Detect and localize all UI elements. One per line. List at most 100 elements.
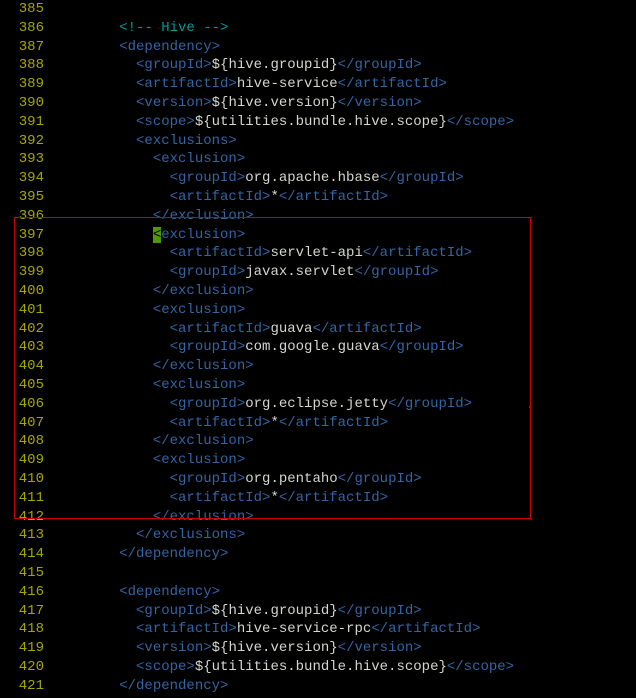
code-content[interactable]: <groupId>org.pentaho</groupId> [52,470,636,489]
code-line[interactable]: 394 <groupId>org.apache.hbase</groupId> [0,169,636,188]
code-content[interactable]: <artifactId>guava</artifactId> [52,320,636,339]
code-content[interactable]: <exclusion> [52,301,636,320]
code-line[interactable]: 420 <scope>${utilities.bundle.hive.scope… [0,658,636,677]
code-content[interactable]: </dependency> [52,677,636,696]
code-line[interactable]: 402 <artifactId>guava</artifactId> [0,320,636,339]
xml-text: ${utilities.bundle.hive.scope} [195,659,447,675]
code-line[interactable]: 403 <groupId>com.google.guava</groupId> [0,338,636,357]
code-content[interactable]: <exclusions> [52,132,636,151]
code-line[interactable]: 408 </exclusion> [0,432,636,451]
code-content[interactable] [52,0,636,19]
code-content[interactable]: <exclusion> [52,150,636,169]
code-content[interactable]: <!-- Hive --> [52,19,636,38]
code-content[interactable]: </exclusion> [52,207,636,226]
code-line[interactable]: 419 <version>${hive.version}</version> [0,639,636,658]
line-number: 389 [0,75,52,94]
code-content[interactable]: <artifactId>hive-service</artifactId> [52,75,636,94]
code-line[interactable]: 405 <exclusion> [0,376,636,395]
xml-tag: <artifactId> [52,76,237,92]
code-line[interactable]: 421 </dependency> [0,677,636,696]
xml-text: servlet-api [270,245,362,261]
code-line[interactable]: 398 <artifactId>servlet-api</artifactId> [0,244,636,263]
code-content[interactable]: <groupId>org.apache.hbase</groupId> [52,169,636,188]
code-line[interactable]: 413 </exclusions> [0,526,636,545]
code-content[interactable]: </exclusion> [52,508,636,527]
xml-tag: <exclusion> [52,302,245,318]
code-content[interactable]: <version>${hive.version}</version> [52,94,636,113]
xml-tag: </exclusion> [52,509,254,525]
code-content[interactable]: <artifactId>*</artifactId> [52,414,636,433]
line-number: 395 [0,188,52,207]
xml-tag: </groupId> [388,396,472,412]
code-line[interactable]: 388 <groupId>${hive.groupid}</groupId> [0,56,636,75]
code-content[interactable]: <groupId>javax.servlet</groupId> [52,263,636,282]
code-content[interactable]: </exclusions> [52,526,636,545]
code-content[interactable]: <artifactId>*</artifactId> [52,489,636,508]
code-content[interactable]: </exclusion> [52,432,636,451]
code-line[interactable]: 397 <exclusion> [0,226,636,245]
code-content[interactable] [52,564,636,583]
line-number: 407 [0,414,52,433]
line-number: 393 [0,150,52,169]
code-line[interactable]: 387 <dependency> [0,38,636,57]
code-line[interactable]: 412 </exclusion> [0,508,636,527]
code-line[interactable]: 406 <groupId>org.eclipse.jetty</groupId> [0,395,636,414]
code-content[interactable]: </dependency> [52,545,636,564]
code-content[interactable]: <scope>${utilities.bundle.hive.scope}</s… [52,113,636,132]
xml-tag: <exclusion> [52,377,245,393]
xml-tag: <groupId> [52,264,245,280]
code-line[interactable]: 389 <artifactId>hive-service</artifactId… [0,75,636,94]
code-line[interactable]: 393 <exclusion> [0,150,636,169]
code-line[interactable]: 417 <groupId>${hive.groupid}</groupId> [0,602,636,621]
line-number: 418 [0,620,52,639]
code-line[interactable]: 385 [0,0,636,19]
code-content[interactable]: <dependency> [52,38,636,57]
code-line[interactable]: 395 <artifactId>*</artifactId> [0,188,636,207]
code-content[interactable]: <groupId>${hive.groupid}</groupId> [52,56,636,75]
line-number: 396 [0,207,52,226]
line-number: 409 [0,451,52,470]
code-line[interactable]: 401 <exclusion> [0,301,636,320]
code-line[interactable]: 396 </exclusion> [0,207,636,226]
line-number: 401 [0,301,52,320]
xml-tag: </artifactId> [338,76,447,92]
xml-text: * [270,415,278,431]
code-line[interactable]: 399 <groupId>javax.servlet</groupId> [0,263,636,282]
code-line[interactable]: 392 <exclusions> [0,132,636,151]
code-line[interactable]: 404 </exclusion> [0,357,636,376]
code-line[interactable]: 390 <version>${hive.version}</version> [0,94,636,113]
code-content[interactable]: <artifactId>servlet-api</artifactId> [52,244,636,263]
code-content[interactable]: <artifactId>hive-service-rpc</artifactId… [52,620,636,639]
code-content[interactable]: <exclusion> [52,451,636,470]
line-number: 420 [0,658,52,677]
code-line[interactable]: 416 <dependency> [0,583,636,602]
xml-text: hive-service-rpc [237,621,371,637]
code-line[interactable]: 400 </exclusion> [0,282,636,301]
code-content[interactable]: <exclusion> [52,376,636,395]
code-line[interactable]: 415 [0,564,636,583]
code-editor[interactable]: 385386 <!-- Hive -->387 <dependency>388 … [0,0,636,695]
xml-tag: </exclusion> [52,208,254,224]
code-line[interactable]: 410 <groupId>org.pentaho</groupId> [0,470,636,489]
code-content[interactable]: <version>${hive.version}</version> [52,639,636,658]
code-content[interactable]: <groupId>${hive.groupid}</groupId> [52,602,636,621]
code-line[interactable]: 386 <!-- Hive --> [0,19,636,38]
code-line[interactable]: 418 <artifactId>hive-service-rpc</artifa… [0,620,636,639]
code-line[interactable]: 407 <artifactId>*</artifactId> [0,414,636,433]
code-content[interactable]: <scope>${utilities.bundle.hive.scope}</s… [52,658,636,677]
xml-tag: </groupId> [354,264,438,280]
code-line[interactable]: 391 <scope>${utilities.bundle.hive.scope… [0,113,636,132]
code-content[interactable]: </exclusion> [52,357,636,376]
code-content[interactable]: </exclusion> [52,282,636,301]
code-content[interactable]: <groupId>com.google.guava</groupId> [52,338,636,357]
line-number: 400 [0,282,52,301]
code-content[interactable]: <artifactId>*</artifactId> [52,188,636,207]
xml-tag: </version> [338,640,422,656]
code-line[interactable]: 409 <exclusion> [0,451,636,470]
line-number: 417 [0,602,52,621]
code-content[interactable]: <groupId>org.eclipse.jetty</groupId> [52,395,636,414]
code-line[interactable]: 414 </dependency> [0,545,636,564]
code-content[interactable]: <exclusion> [52,226,636,245]
code-content[interactable]: <dependency> [52,583,636,602]
code-line[interactable]: 411 <artifactId>*</artifactId> [0,489,636,508]
